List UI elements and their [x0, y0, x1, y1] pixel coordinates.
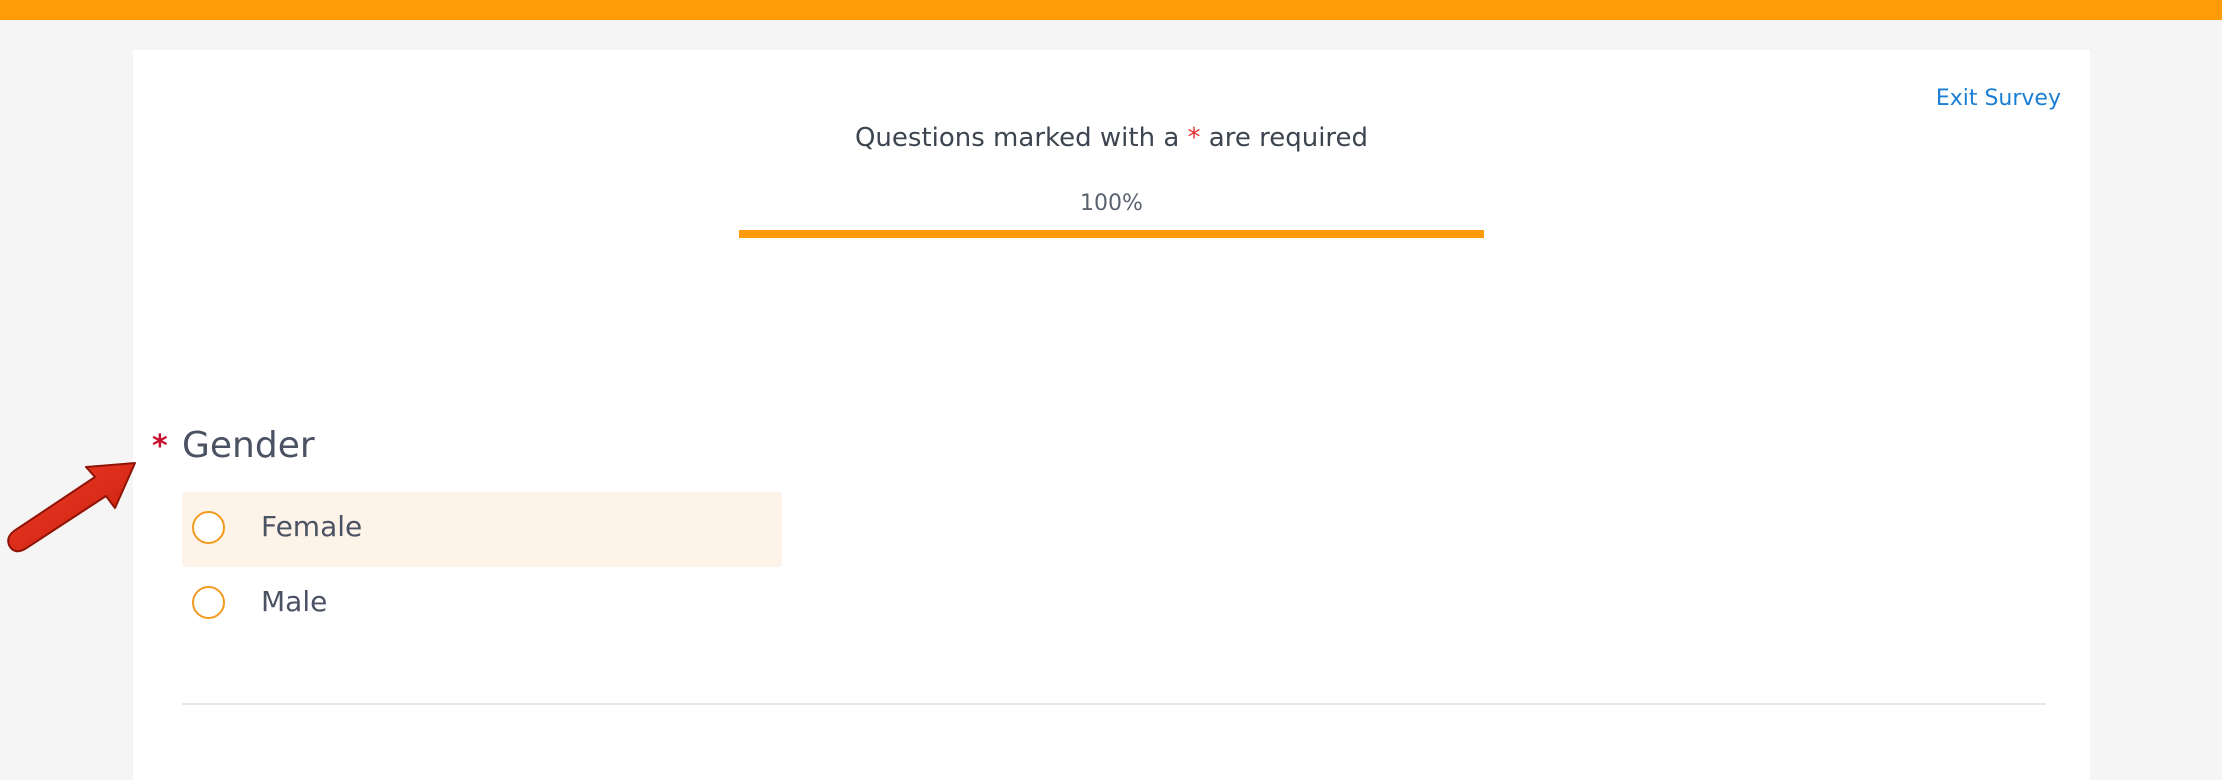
progress-bar [739, 230, 1484, 238]
survey-card: Exit Survey Questions marked with a * ar… [133, 50, 2090, 780]
option-male[interactable]: Male [182, 567, 782, 642]
annotation-arrow-icon [7, 462, 136, 553]
radio-button-male[interactable] [192, 586, 225, 619]
required-star: * [1187, 123, 1201, 153]
exit-survey-link[interactable]: Exit Survey [1936, 86, 2061, 111]
section-divider [182, 703, 2046, 705]
required-marker: * [152, 429, 168, 464]
progress-bar-fill [739, 230, 1484, 238]
option-female[interactable]: Female [182, 492, 782, 567]
required-notice: Questions marked with a * are required [133, 123, 2090, 153]
radio-button-female[interactable] [192, 511, 225, 544]
required-notice-prefix: Questions marked with a [854, 123, 1188, 153]
option-label: Female [261, 510, 363, 543]
top-accent-bar [0, 0, 2222, 20]
option-list: Female Male [182, 492, 782, 642]
question-title: Gender [182, 425, 315, 466]
progress-percent: 100% [1080, 191, 1143, 216]
option-label: Male [261, 585, 328, 618]
required-notice-suffix: are required [1200, 123, 1369, 153]
